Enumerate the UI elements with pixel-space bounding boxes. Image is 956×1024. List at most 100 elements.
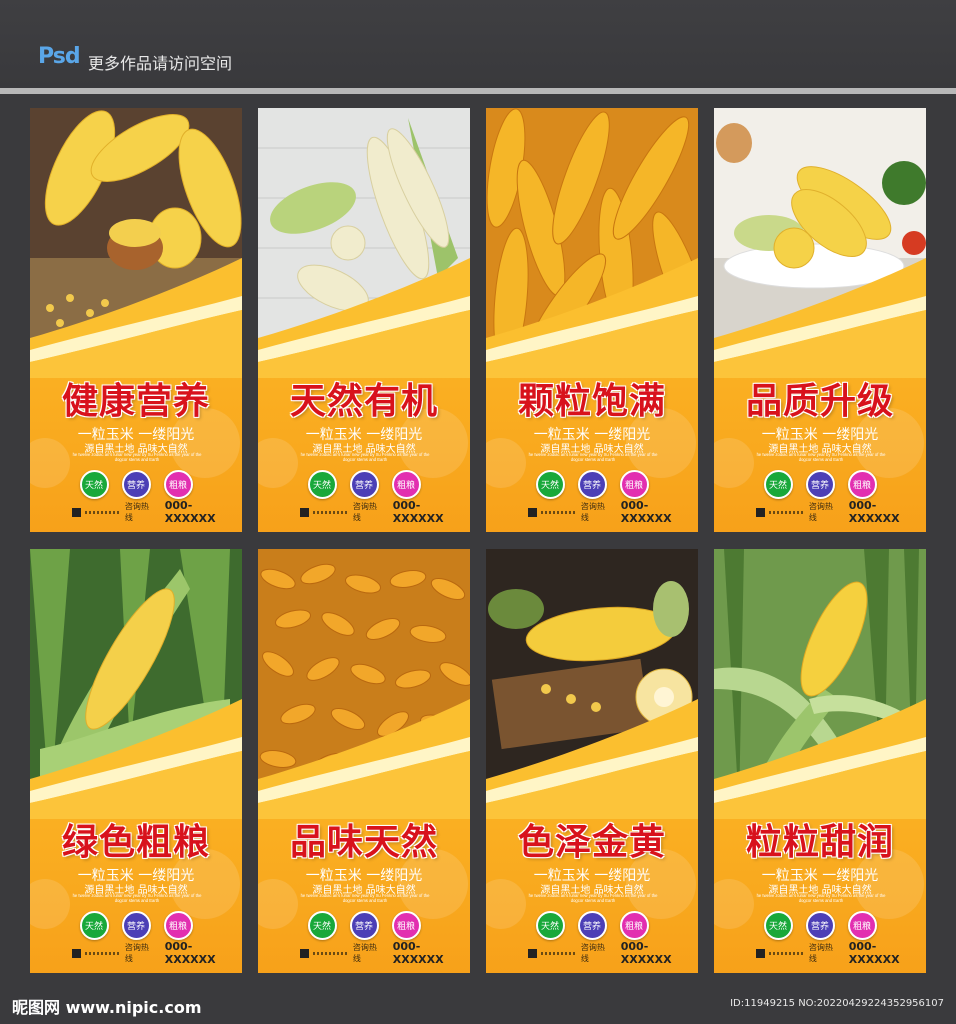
phone-icon <box>528 507 537 517</box>
card-tiny-text: he twelve zodiac an's lunar new year by … <box>528 893 658 903</box>
phone-icon <box>72 507 81 517</box>
contact-line: 咨询热线 000-XXXXXX <box>528 940 698 966</box>
poster-card-7: 色泽金黄 一粒玉米 一缕阳光 源自黑土地 品味大自然 he twelve zod… <box>486 549 698 973</box>
phone-icon <box>300 507 309 517</box>
badge-nutrition: 营养 <box>121 470 151 499</box>
badge-nutrition: 营养 <box>805 911 835 940</box>
wave-band <box>30 699 242 819</box>
badge-coarse-grain: 粗粮 <box>619 470 649 499</box>
badge-nutrition: 营养 <box>349 470 379 499</box>
dotted-line <box>84 951 121 955</box>
contact-label: 咨询热线 <box>808 943 833 963</box>
card-title: 天然有机 <box>289 381 438 422</box>
top-banner: Psd 更多作品请访问空间 <box>0 0 956 88</box>
contact-label: 咨询热线 <box>580 943 605 963</box>
badge-natural: 天然 <box>535 470 565 499</box>
badge-natural: 天然 <box>307 911 337 940</box>
dotted-line <box>84 510 121 514</box>
wave-band <box>258 258 470 378</box>
badge-nutrition: 营养 <box>121 911 151 940</box>
badge-row: 天然 营养 粗粮 <box>258 911 470 940</box>
contact-line: 咨询热线 000-XXXXXX <box>528 499 698 525</box>
contact-label: 咨询热线 <box>352 502 377 522</box>
wave-band <box>714 258 926 378</box>
wave-band <box>486 699 698 819</box>
dotted-line <box>312 951 349 955</box>
contact-label: 咨询热线 <box>808 502 833 522</box>
contact-number: 000-XXXXXX <box>164 940 216 966</box>
tagline: 更多作品请访问空间 <box>88 54 233 73</box>
contact-number: 000-XXXXXX <box>164 499 216 525</box>
contact-line: 咨询热线 000-XXXXXX <box>756 499 926 525</box>
card-title: 品质升级 <box>745 381 894 422</box>
phone-icon <box>756 507 765 517</box>
badge-natural: 天然 <box>763 470 793 499</box>
card-title: 颗粒饱满 <box>517 381 666 422</box>
phone-icon <box>528 948 537 958</box>
card-tiny-text: he twelve zodiac an's lunar new year by … <box>300 893 430 903</box>
phone-icon <box>756 948 765 958</box>
badge-coarse-grain: 粗粮 <box>163 470 193 499</box>
badge-coarse-grain: 粗粮 <box>847 470 877 499</box>
contact-number: 000-XXXXXX <box>620 940 672 966</box>
card-tiny-text: he twelve zodiac an's lunar new year by … <box>528 452 658 462</box>
poster-card-2: 天然有机 一粒玉米 一缕阳光 源自黑土地 品味大自然 he twelve zod… <box>258 108 470 532</box>
card-title: 粒粒甜润 <box>745 822 894 863</box>
nipic-logo: 昵图网 www.nipic.com <box>12 998 202 1017</box>
wave-band <box>30 258 242 378</box>
badge-row: 天然 营养 粗粮 <box>258 470 470 499</box>
badge-natural: 天然 <box>307 470 337 499</box>
contact-label: 咨询热线 <box>124 502 149 522</box>
card-tiny-text: he twelve zodiac an's lunar new year by … <box>756 452 886 462</box>
card-tiny-text: he twelve zodiac an's lunar new year by … <box>300 452 430 462</box>
card-tiny-text: he twelve zodiac an's lunar new year by … <box>72 893 202 903</box>
wave-band <box>714 699 926 819</box>
contact-number: 000-XXXXXX <box>848 940 900 966</box>
image-id-line: ID:11949215 NO:20220429224352956107 <box>730 998 944 1009</box>
badge-coarse-grain: 粗粮 <box>163 911 193 940</box>
badge-coarse-grain: 粗粮 <box>619 911 649 940</box>
card-tiny-text: he twelve zodiac an's lunar new year by … <box>72 452 202 462</box>
contact-number: 000-XXXXXX <box>392 940 444 966</box>
wave-band <box>486 258 698 378</box>
poster-card-4: 品质升级 一粒玉米 一缕阳光 源自黑土地 品味大自然 he twelve zod… <box>714 108 926 532</box>
card-title: 健康营养 <box>61 381 210 422</box>
dotted-line <box>540 951 577 955</box>
badge-natural: 天然 <box>763 911 793 940</box>
poster-card-1: 健康营养 一粒玉米 一缕阳光 源自黑土地 品味大自然 he twelve zod… <box>30 108 242 532</box>
badge-natural: 天然 <box>79 470 109 499</box>
contact-line: 咨询热线 000-XXXXXX <box>756 940 926 966</box>
poster-card-8: 粒粒甜润 一粒玉米 一缕阳光 源自黑土地 品味大自然 he twelve zod… <box>714 549 926 973</box>
badge-nutrition: 营养 <box>349 911 379 940</box>
contact-number: 000-XXXXXX <box>848 499 900 525</box>
poster-card-6: 品味天然 一粒玉米 一缕阳光 源自黑土地 品味大自然 he twelve zod… <box>258 549 470 973</box>
card-title: 绿色粗粮 <box>61 822 210 863</box>
contact-line: 咨询热线 000-XXXXXX <box>300 940 470 966</box>
contact-number: 000-XXXXXX <box>392 499 444 525</box>
badge-row: 天然 营养 粗粮 <box>30 470 242 499</box>
badge-natural: 天然 <box>535 911 565 940</box>
badge-natural: 天然 <box>79 911 109 940</box>
contact-line: 咨询热线 000-XXXXXX <box>72 940 242 966</box>
card-tiny-text: he twelve zodiac an's lunar new year by … <box>756 893 886 903</box>
contact-line: 咨询热线 000-XXXXXX <box>300 499 470 525</box>
dotted-line <box>768 951 805 955</box>
card-title: 色泽金黄 <box>517 822 666 863</box>
badge-nutrition: 营养 <box>805 470 835 499</box>
badge-nutrition: 营养 <box>577 911 607 940</box>
divider-strip <box>0 88 956 94</box>
card-title: 品味天然 <box>289 822 438 863</box>
badge-row: 天然 营养 粗粮 <box>486 470 698 499</box>
badge-coarse-grain: 粗粮 <box>391 911 421 940</box>
contact-label: 咨询热线 <box>580 502 605 522</box>
badge-coarse-grain: 粗粮 <box>847 911 877 940</box>
dotted-line <box>540 510 577 514</box>
contact-label: 咨询热线 <box>124 943 149 963</box>
badge-nutrition: 营养 <box>577 470 607 499</box>
badge-row: 天然 营养 粗粮 <box>714 911 926 940</box>
contact-number: 000-XXXXXX <box>620 499 672 525</box>
psd-label: Psd <box>38 44 81 69</box>
dotted-line <box>768 510 805 514</box>
phone-icon <box>72 948 81 958</box>
poster-card-3: 颗粒饱满 一粒玉米 一缕阳光 源自黑土地 品味大自然 he twelve zod… <box>486 108 698 532</box>
